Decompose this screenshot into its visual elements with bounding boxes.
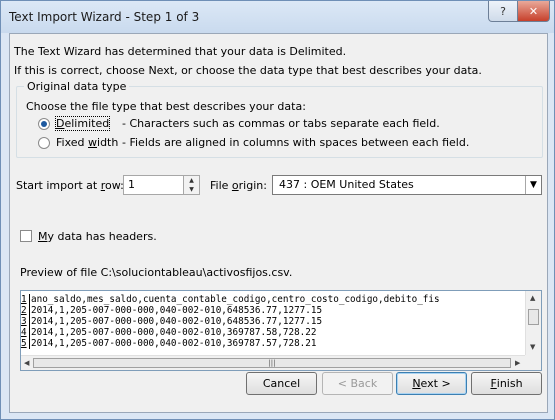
intro-line-1: The Text Wizard has determined that your… [14, 45, 347, 58]
fixed-width-description: - Fields are aligned in columns with spa… [122, 136, 470, 149]
chevron-down-icon[interactable]: ▼ [525, 176, 541, 194]
table-row: 5 2014,1,205-007-000-000,040-002-010,3697… [21, 338, 317, 349]
cancel-button[interactable]: Cancel [246, 372, 317, 395]
close-button[interactable]: ✕ [517, 1, 550, 22]
fixed-width-label[interactable]: Fixed width [56, 136, 118, 149]
start-row-input[interactable]: 1 [123, 175, 184, 195]
preview-vertical-scrollbar[interactable]: ▲ ▼ [525, 291, 541, 355]
help-button[interactable]: ? [488, 1, 518, 22]
group-legend: Original data type [24, 80, 130, 93]
vertical-scroll-thumb[interactable] [528, 309, 539, 325]
delimited-label[interactable]: Delimited [54, 116, 111, 131]
next-button[interactable]: Next > [396, 372, 467, 395]
scroll-right-icon[interactable]: ▶ [515, 359, 520, 367]
text-import-wizard-dialog: Text Import Wizard - Step 1 of 3 ? ✕ The… [0, 0, 555, 420]
help-icon: ? [500, 4, 506, 18]
file-preview[interactable]: 1 ano_saldo,mes_saldo,cuenta_contable_cod… [20, 290, 542, 371]
close-icon: ✕ [528, 4, 539, 18]
scroll-up-icon[interactable]: ▲ [530, 294, 535, 302]
scrollbar-corner [525, 355, 541, 370]
delimited-description: - Characters such as commas or tabs sepa… [122, 117, 440, 130]
scroll-left-icon[interactable]: ◀ [24, 359, 29, 367]
dialog-title: Text Import Wizard - Step 1 of 3 [9, 10, 200, 24]
table-row: 4 2014,1,205-007-000-000,040-002-010,3697… [21, 327, 317, 338]
file-type-prompt: Choose the file type that best describes… [26, 100, 306, 113]
delimited-radio[interactable] [38, 118, 50, 130]
table-row: 1 ano_saldo,mes_saldo,cuenta_contable_cod… [21, 294, 440, 305]
file-origin-label: File origin: [210, 179, 267, 192]
preview-label: Preview of file C:\soluciontableau\activ… [20, 266, 293, 279]
intro-line-2: If this is correct, choose Next, or choo… [14, 64, 482, 77]
my-data-has-headers-label[interactable]: My data has headers. [38, 230, 157, 243]
back-button[interactable]: < Back [322, 372, 393, 395]
start-import-label: Start import at row: [16, 179, 124, 192]
spin-down-icon[interactable]: ▼ [184, 185, 199, 194]
file-origin-select[interactable]: 437 : OEM United States ▼ [272, 175, 542, 195]
preview-rows: 1 ano_saldo,mes_saldo,cuenta_contable_cod… [21, 294, 526, 357]
spin-up-icon[interactable]: ▲ [184, 176, 199, 185]
my-data-has-headers-checkbox[interactable] [20, 230, 32, 242]
dialog-body: The Text Wizard has determined that your… [9, 33, 548, 413]
finish-button[interactable]: Finish [471, 372, 542, 395]
table-row: 2 2014,1,205-007-000-000,040-002-010,6485… [21, 305, 323, 316]
horizontal-scroll-thumb[interactable]: ||| [33, 358, 511, 368]
start-row-stepper[interactable]: ▲ ▼ [184, 175, 200, 195]
title-bar[interactable]: Text Import Wizard - Step 1 of 3 ? ✕ [1, 1, 554, 33]
scroll-down-icon[interactable]: ▼ [530, 343, 535, 351]
preview-horizontal-scrollbar[interactable]: ◀ ||| ▶ [21, 355, 526, 370]
fixed-width-radio[interactable] [38, 137, 50, 149]
file-origin-value: 437 : OEM United States [279, 178, 414, 191]
table-row: 3 2014,1,205-007-000-000,040-002-010,6485… [21, 316, 323, 327]
